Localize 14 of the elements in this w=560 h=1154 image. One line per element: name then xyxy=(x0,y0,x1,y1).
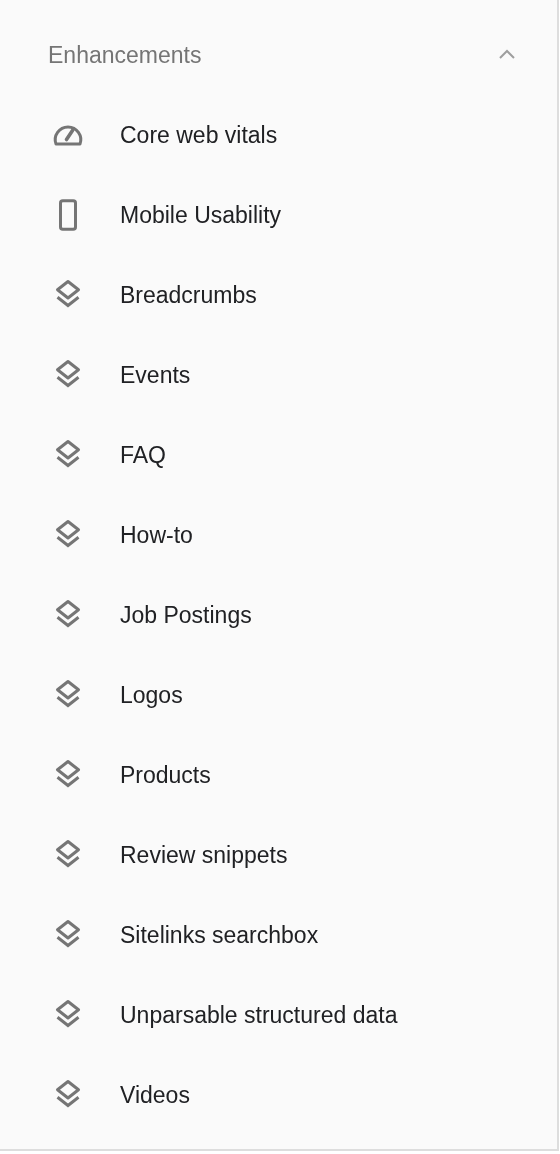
nav-link[interactable]: How-to xyxy=(120,517,193,553)
nav-link[interactable]: Mobile Usability xyxy=(120,197,282,233)
nav-link[interactable]: Review snippets xyxy=(120,837,288,873)
nav-link[interactable]: Unparsable structured data xyxy=(120,997,398,1033)
nav-link[interactable]: Videos xyxy=(120,1077,190,1113)
section-title: Enhancements xyxy=(48,40,202,70)
nav-link[interactable]: Core web vitals xyxy=(120,117,278,153)
nav-link[interactable]: Breadcrumbs xyxy=(120,277,257,313)
nav-link[interactable]: Logos xyxy=(120,677,183,713)
nav-link[interactable]: Products xyxy=(120,757,211,793)
nav-link[interactable]: Job Postings xyxy=(120,597,252,633)
nav-link[interactable]: FAQ xyxy=(120,437,166,473)
nav-link[interactable]: Sitelinks searchbox xyxy=(120,917,319,953)
nav-link[interactable]: Events xyxy=(120,357,191,393)
